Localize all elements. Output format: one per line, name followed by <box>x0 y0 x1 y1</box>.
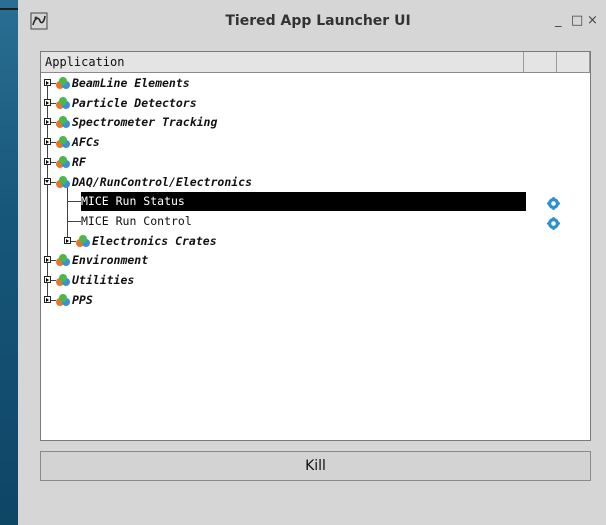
category-icon <box>55 253 71 268</box>
column-header-application[interactable]: Application <box>41 52 524 72</box>
tree-item-label: MICE Run Control <box>81 213 192 228</box>
app-icon <box>30 12 48 30</box>
tree-item-label: Particle Detectors <box>72 95 197 110</box>
expand-icon[interactable] <box>44 157 51 165</box>
window-title: Tiered App Launcher UI <box>225 13 411 29</box>
tree-item-label: Spectrometer Tracking <box>72 115 218 130</box>
expand-icon[interactable] <box>64 236 71 244</box>
window-bottom-border <box>18 512 606 525</box>
tree-item-label: PPS <box>72 292 93 307</box>
tree-app-row[interactable]: MICE Run Control <box>41 212 590 231</box>
tree-category-row[interactable]: PPS <box>41 291 590 310</box>
close-button[interactable]: × <box>587 13 598 28</box>
category-icon <box>55 273 71 288</box>
tree-category-row[interactable]: Particle Detectors <box>41 94 590 113</box>
expand-icon[interactable] <box>44 118 51 126</box>
gear-icon[interactable] <box>547 215 560 230</box>
tree-category-row[interactable]: DAQ/RunControl/Electronics <box>41 173 590 192</box>
column-header-2[interactable] <box>524 52 557 72</box>
expand-icon[interactable] <box>44 79 51 86</box>
expand-icon[interactable] <box>44 295 51 303</box>
title-bar[interactable]: Tiered App Launcher UI _ □ × <box>18 0 606 44</box>
category-icon <box>55 175 71 190</box>
tree-item-label: DAQ/RunControl/Electronics <box>72 174 253 189</box>
tree-item-label: Utilities <box>72 273 135 287</box>
category-icon <box>55 96 71 111</box>
tree-item-label: BeamLine Elements <box>72 76 190 90</box>
column-header-label: Application <box>45 55 125 69</box>
collapse-icon[interactable] <box>44 177 51 185</box>
category-icon <box>55 115 71 130</box>
category-icon <box>55 293 71 308</box>
category-icon <box>55 76 71 91</box>
tree-category-row[interactable]: Electronics Crates <box>41 232 590 251</box>
app-window: Tiered App Launcher UI _ □ × Application… <box>18 0 606 525</box>
expand-icon[interactable] <box>44 138 51 146</box>
application-tree[interactable]: Application BeamLine Elements Particle D… <box>40 51 591 441</box>
expand-icon[interactable] <box>44 98 51 106</box>
category-icon <box>55 135 71 150</box>
tree-item-label: MICE Run Status <box>81 194 185 209</box>
minimize-button[interactable]: _ <box>555 13 562 28</box>
tree-category-row[interactable]: RF <box>41 153 590 172</box>
tree-item-label: AFCs <box>72 135 100 150</box>
column-header-3[interactable] <box>557 52 590 72</box>
kill-button[interactable]: Kill <box>40 451 591 481</box>
tree-category-row[interactable]: AFCs <box>41 133 590 152</box>
tree-category-row[interactable]: Utilities <box>41 271 590 290</box>
desktop-panel-edge <box>0 8 18 10</box>
tree-app-row[interactable]: MICE Run Status <box>41 192 590 212</box>
desktop-background <box>0 0 18 525</box>
expand-icon[interactable] <box>44 276 51 283</box>
category-icon <box>75 234 91 249</box>
tree-item-label: RF <box>72 154 86 169</box>
tree-item-label: Environment <box>72 253 149 268</box>
tree-category-row[interactable]: BeamLine Elements <box>41 74 590 93</box>
tree-category-row[interactable]: Environment <box>41 251 590 270</box>
gear-icon[interactable] <box>547 195 560 211</box>
category-icon <box>55 155 71 170</box>
tree-item-label: Electronics Crates <box>92 233 217 248</box>
maximize-button[interactable]: □ <box>571 13 583 28</box>
expand-icon[interactable] <box>44 256 51 264</box>
tree-header: Application <box>41 52 590 73</box>
tree-connector <box>68 220 81 222</box>
tree-connector <box>68 201 81 203</box>
tree-category-row[interactable]: Spectrometer Tracking <box>41 113 590 132</box>
